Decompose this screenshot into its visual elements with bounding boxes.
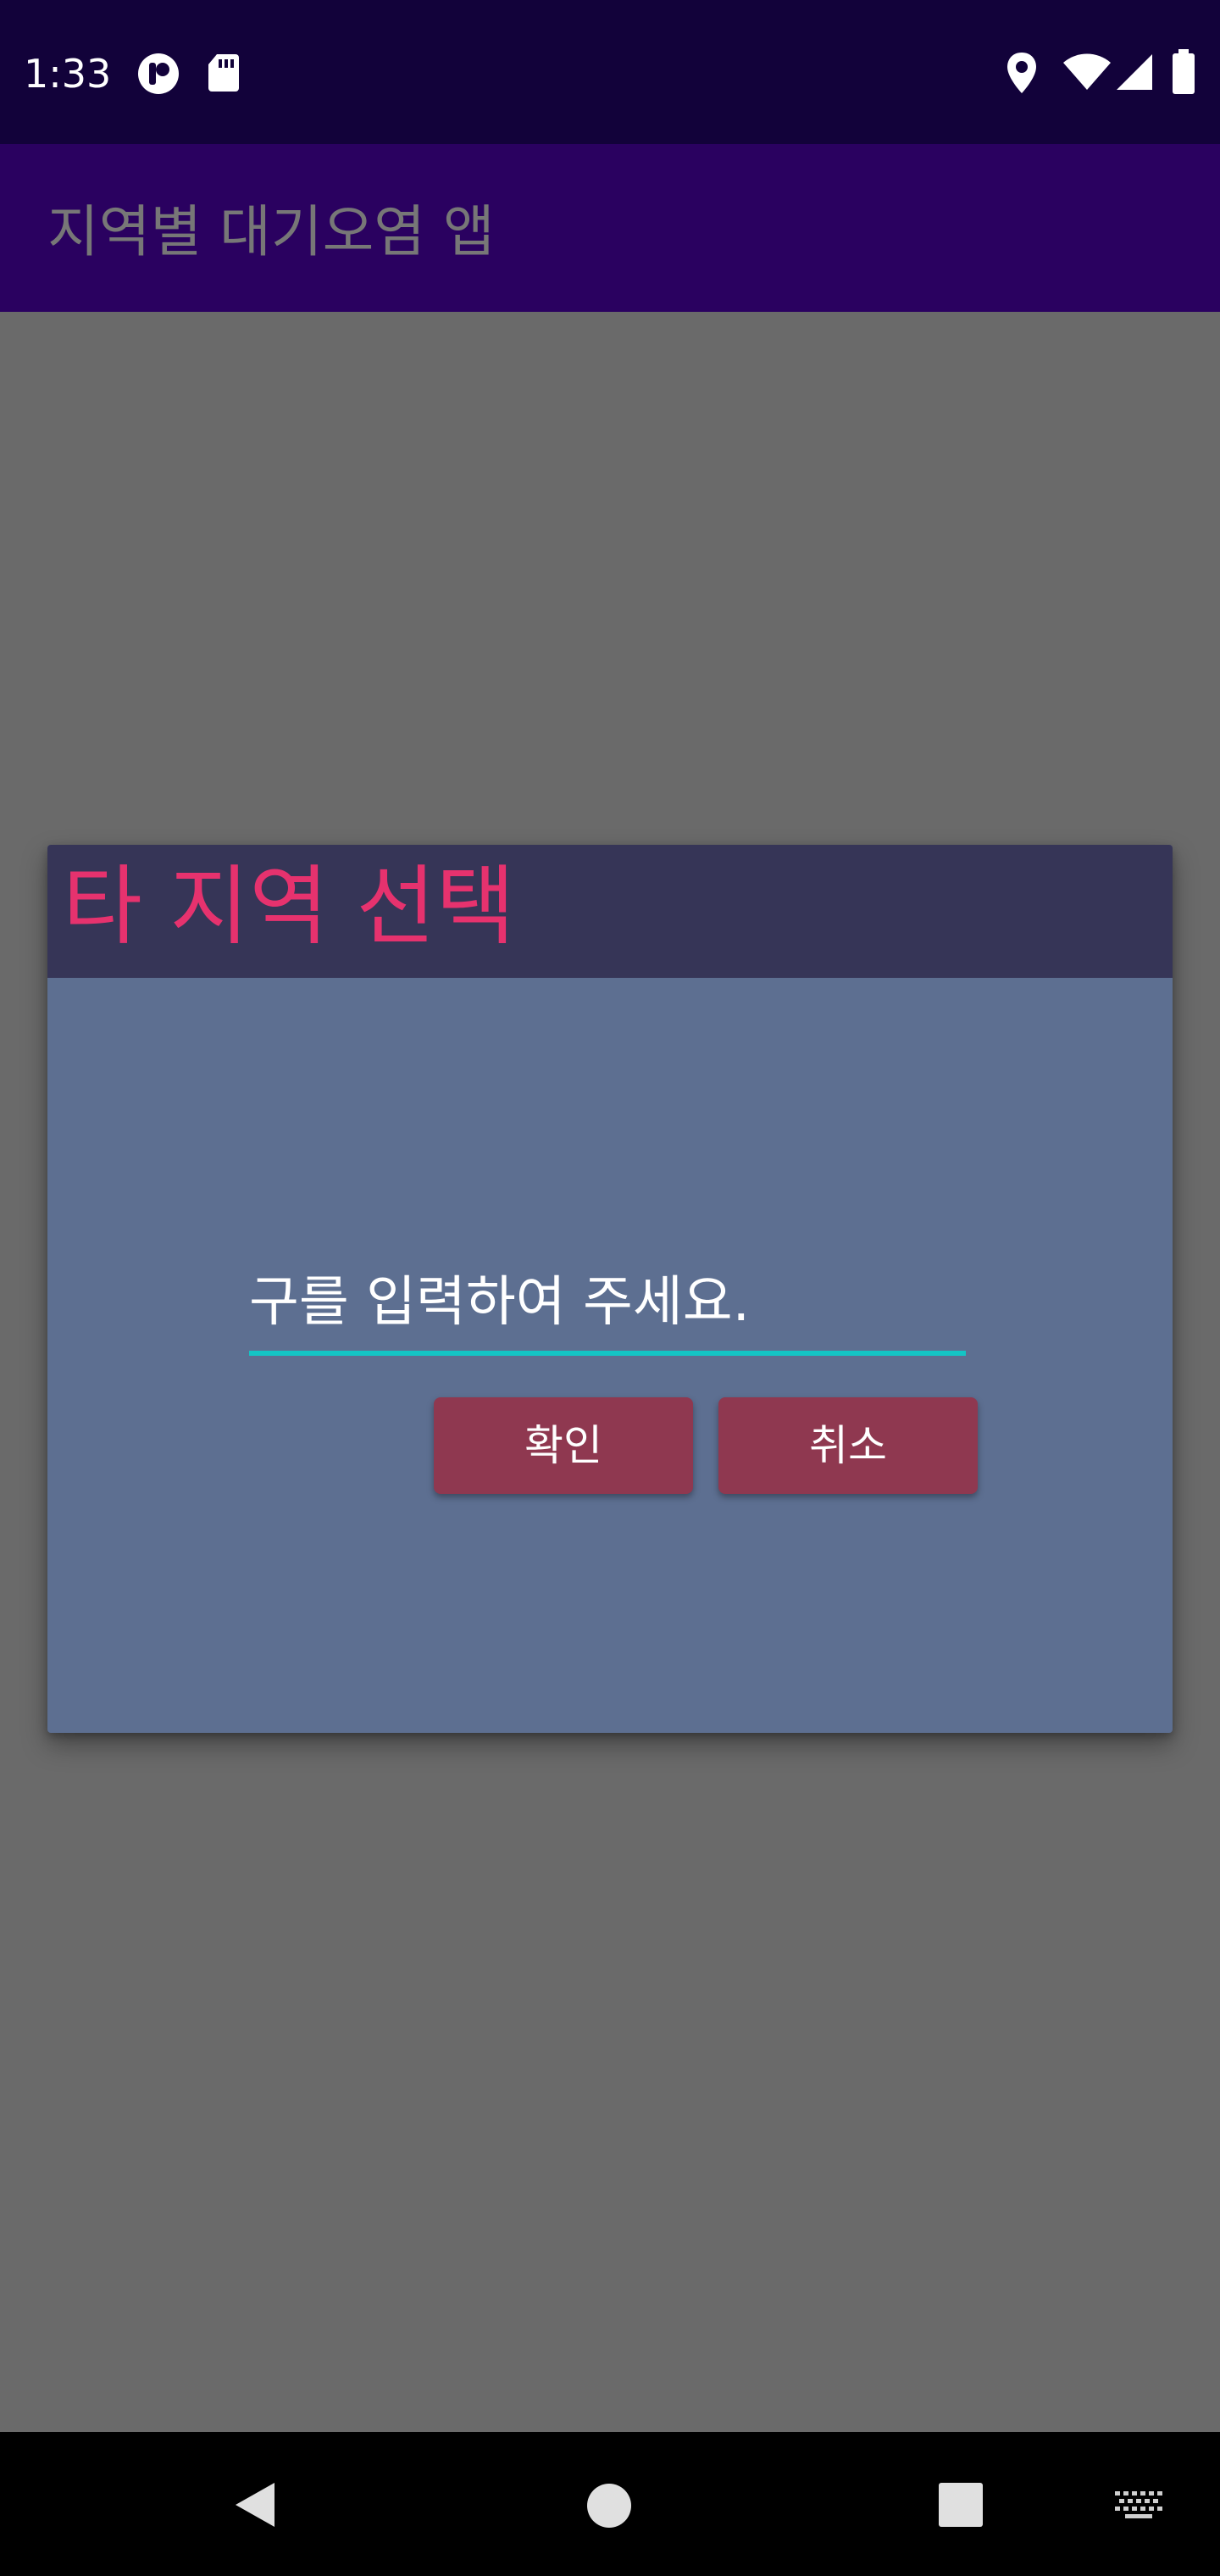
recents-icon[interactable]	[939, 2483, 983, 2527]
keyboard-icon[interactable]	[1115, 2491, 1162, 2520]
app-title: 지역별 대기오염 앱	[47, 199, 495, 264]
location-icon	[1007, 53, 1036, 93]
dialog-header: 타 지역 선택	[47, 845, 1173, 978]
back-icon[interactable]	[232, 2479, 278, 2530]
battery-icon	[1173, 49, 1195, 94]
app-bar: 지역별 대기오염 앱	[0, 144, 1220, 312]
cancel-button[interactable]: 취소	[718, 1397, 978, 1494]
wifi-icon	[1063, 53, 1111, 90]
sd-card-icon	[208, 54, 239, 92]
dialog-title: 타 지역 선택	[63, 857, 516, 958]
district-input-underline	[249, 1351, 966, 1356]
signal-icon	[1117, 54, 1152, 90]
media-icon	[138, 53, 179, 94]
home-icon[interactable]	[586, 2483, 632, 2529]
status-time: 1:33	[24, 51, 112, 97]
navigation-bar	[0, 2432, 1220, 2576]
status-bar: 1:33	[0, 0, 1220, 144]
district-input[interactable]: 구를 입력하여 주세요.	[249, 1269, 750, 1336]
region-select-dialog: 타 지역 선택 구를 입력하여 주세요. 확인 취소	[47, 845, 1173, 1733]
confirm-button[interactable]: 확인	[434, 1397, 693, 1494]
